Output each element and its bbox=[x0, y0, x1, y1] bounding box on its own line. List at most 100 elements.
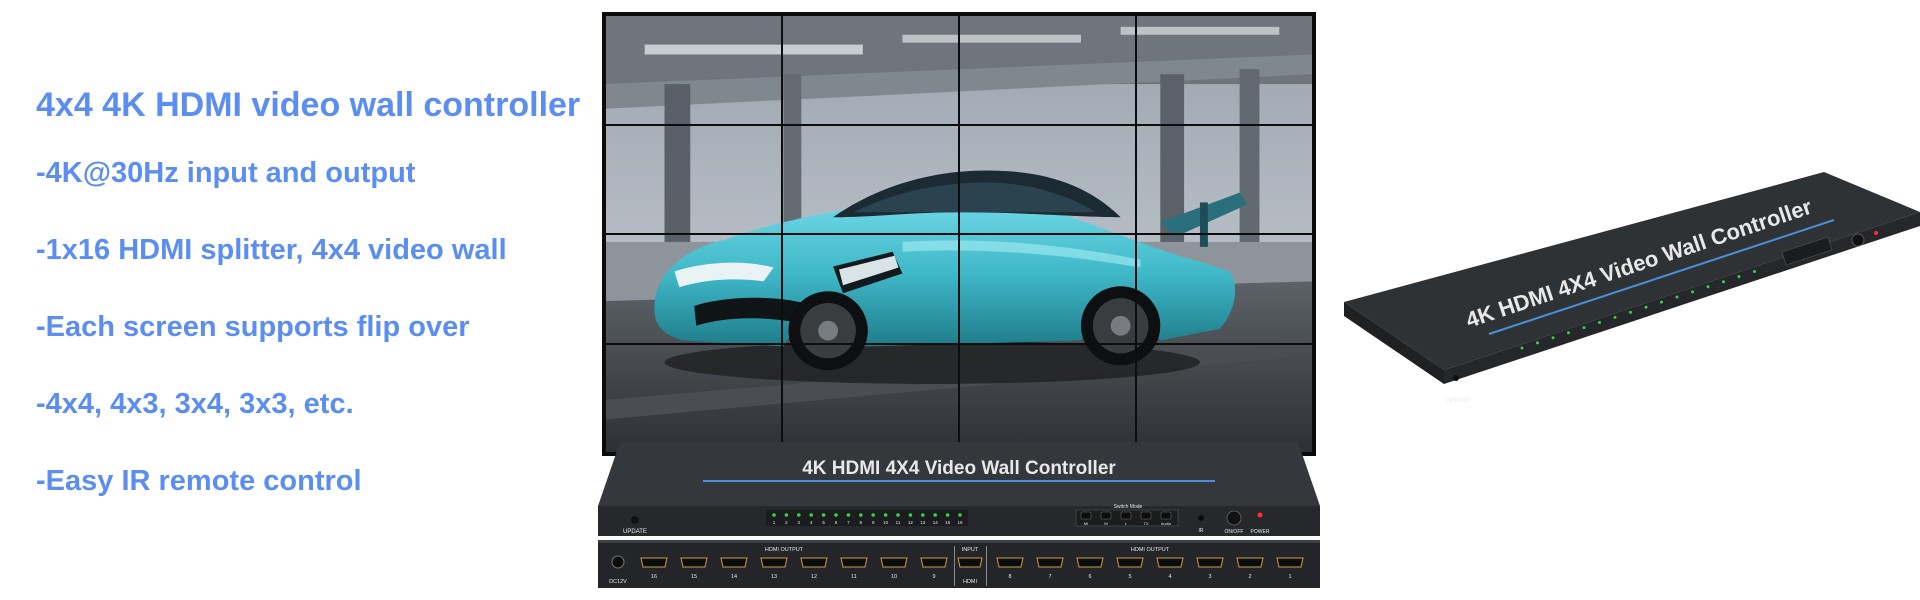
hdmi-output-label: HDMI OUTPUT bbox=[765, 547, 804, 553]
status-led bbox=[1598, 321, 1601, 324]
power-led-angled bbox=[1874, 231, 1878, 235]
port-number: 10 bbox=[891, 574, 897, 580]
status-led bbox=[846, 513, 851, 517]
screen-tile bbox=[1136, 124, 1313, 234]
status-led bbox=[1675, 295, 1679, 299]
port-number: 14 bbox=[731, 574, 737, 580]
status-led bbox=[1737, 275, 1741, 279]
status-led bbox=[896, 513, 900, 517]
led-number: 15 bbox=[945, 520, 951, 525]
mode-button[interactable] bbox=[1140, 511, 1152, 520]
hdmi-output-port[interactable] bbox=[996, 557, 1024, 568]
status-led bbox=[1722, 280, 1725, 284]
port-number: 9 bbox=[932, 574, 935, 580]
hdmi-output-port[interactable] bbox=[1116, 557, 1144, 568]
port-number: 15 bbox=[691, 574, 697, 580]
port-number: 3 bbox=[1208, 574, 1211, 580]
screen-tile bbox=[782, 234, 959, 344]
status-led bbox=[871, 513, 875, 517]
hdmi-output-port[interactable] bbox=[1196, 557, 1224, 568]
port-number: 12 bbox=[811, 574, 817, 580]
feature-item: -4K@30Hz input and output bbox=[36, 157, 416, 189]
controller-device-front: 4K HDMI 4X4 Video Wall Controller UPDATE… bbox=[598, 442, 1320, 588]
hdmi-input-port[interactable] bbox=[957, 557, 983, 568]
screen-tile bbox=[1136, 343, 1313, 453]
status-led bbox=[1629, 310, 1632, 314]
feature-item: -Each screen supports flip over bbox=[36, 311, 470, 343]
switch-mode-label: Switch Mode bbox=[1114, 504, 1143, 510]
led-number: 14 bbox=[933, 520, 939, 525]
mode-key-label: MI bbox=[1084, 521, 1088, 526]
screen-tile bbox=[605, 15, 782, 125]
screen-tile bbox=[959, 15, 1136, 125]
status-led bbox=[945, 513, 950, 517]
dc-power-jack[interactable] bbox=[611, 555, 625, 569]
status-led bbox=[1660, 300, 1663, 304]
hdmi-output-port[interactable] bbox=[800, 557, 828, 568]
screen-tile bbox=[605, 124, 782, 234]
ir-label: IR bbox=[1199, 528, 1204, 534]
feature-list: 4x4 4K HDMI video wall controller -4K@30… bbox=[36, 86, 596, 542]
screen-tile bbox=[782, 15, 959, 125]
feature-item: -Easy IR remote control bbox=[36, 465, 362, 497]
hdmi-output-port[interactable] bbox=[1276, 557, 1304, 568]
hdmi-output-port[interactable] bbox=[880, 557, 908, 568]
status-led bbox=[821, 513, 826, 517]
feature-item: -4x4, 4x3, 3x4, 3x3, etc. bbox=[36, 388, 354, 420]
mode-button[interactable] bbox=[1120, 511, 1132, 520]
update-button[interactable] bbox=[631, 516, 639, 524]
port-number: 1 bbox=[1288, 574, 1291, 580]
wall-grid bbox=[605, 15, 1313, 453]
hdmi-output-port[interactable] bbox=[760, 557, 788, 568]
screen-tile bbox=[1136, 234, 1313, 344]
status-led bbox=[1644, 305, 1648, 309]
mode-button[interactable] bbox=[1160, 511, 1172, 520]
led-number: 16 bbox=[957, 520, 963, 525]
hdmi-output-port[interactable] bbox=[720, 557, 748, 568]
mode-key-label: M bbox=[1104, 521, 1107, 526]
port-number: 2 bbox=[1248, 574, 1251, 580]
feature-item: -1x16 HDMI splitter, 4x4 video wall bbox=[36, 234, 507, 266]
status-led bbox=[1613, 315, 1617, 319]
hdmi-output-port[interactable] bbox=[1156, 557, 1184, 568]
hdmi-output-port[interactable] bbox=[680, 557, 708, 568]
port-number: 7 bbox=[1048, 574, 1051, 580]
status-led bbox=[809, 513, 813, 517]
update-button-angled[interactable] bbox=[1453, 375, 1459, 381]
power-label: POWER bbox=[1251, 529, 1270, 535]
port-number: 5 bbox=[1128, 574, 1131, 580]
onoff-button[interactable] bbox=[1226, 510, 1242, 526]
hdmi-output-port[interactable] bbox=[920, 557, 948, 568]
led-number: 12 bbox=[908, 520, 914, 525]
status-led bbox=[1520, 346, 1524, 350]
status-led bbox=[772, 513, 776, 517]
screen-tile bbox=[959, 234, 1136, 344]
mode-key-label: TX bbox=[1143, 521, 1148, 526]
hdmi-output-port[interactable] bbox=[640, 557, 668, 568]
hdmi-output-port[interactable] bbox=[840, 557, 868, 568]
screen-tile bbox=[605, 234, 782, 344]
mode-button[interactable] bbox=[1080, 511, 1092, 520]
status-led bbox=[1706, 285, 1710, 289]
onoff-label: ON/OFF bbox=[1225, 529, 1244, 535]
onoff-button-angled[interactable] bbox=[1851, 233, 1865, 247]
status-led bbox=[1536, 341, 1539, 345]
hdmi-input-label: HDMI bbox=[963, 579, 978, 585]
status-led bbox=[1691, 290, 1694, 294]
port-number: 16 bbox=[651, 574, 657, 580]
port-number: 8 bbox=[1008, 574, 1011, 580]
ir-sensor bbox=[1198, 515, 1204, 521]
mode-button[interactable] bbox=[1100, 511, 1112, 520]
status-led bbox=[933, 513, 937, 517]
update-label: UPDATE bbox=[623, 529, 647, 535]
hdmi-output-port[interactable] bbox=[1236, 557, 1264, 568]
input-label: INPUT bbox=[962, 547, 979, 553]
screen-tile bbox=[1136, 15, 1313, 125]
screen-tile bbox=[959, 124, 1136, 234]
hdmi-output-label: HDMI OUTPUT bbox=[1131, 547, 1170, 553]
status-led bbox=[834, 513, 838, 517]
hdmi-output-port[interactable] bbox=[1036, 557, 1064, 568]
port-number: 6 bbox=[1088, 574, 1091, 580]
hdmi-output-port[interactable] bbox=[1076, 557, 1104, 568]
status-led bbox=[921, 513, 925, 517]
